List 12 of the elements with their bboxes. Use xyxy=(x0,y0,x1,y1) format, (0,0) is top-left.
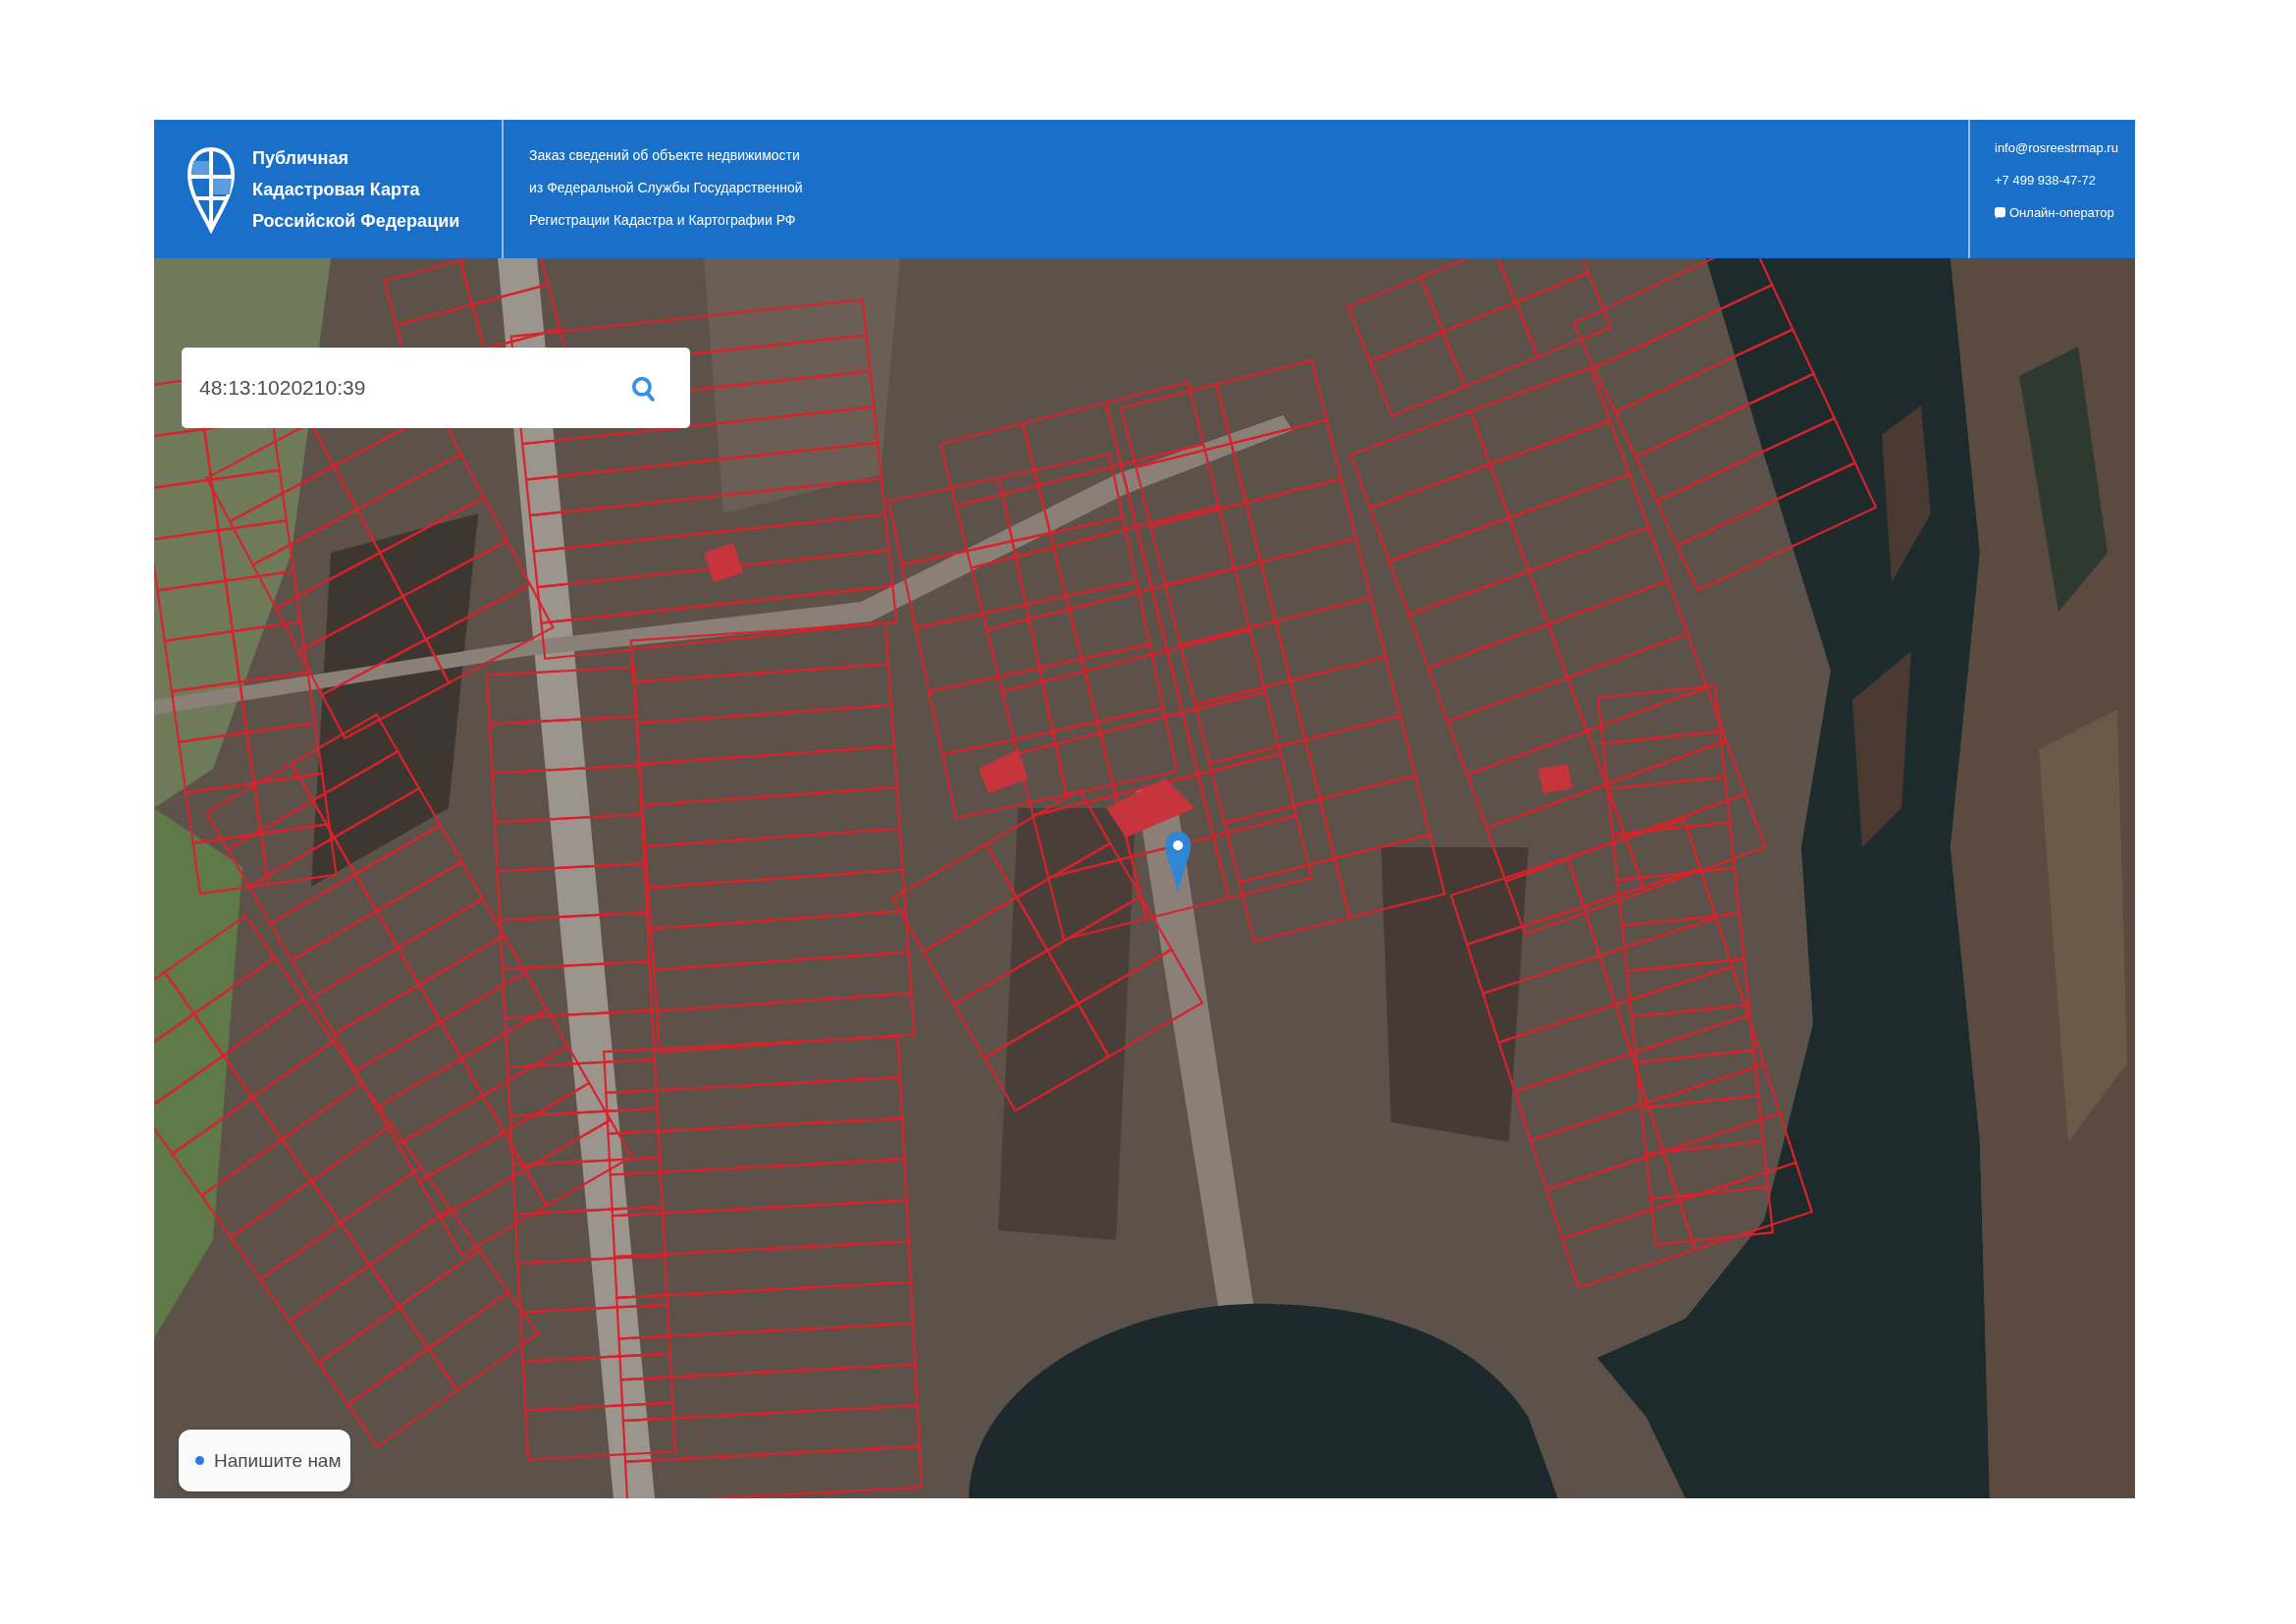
phone-link[interactable]: +7 499 938-47-72 xyxy=(1995,170,2096,190)
site-title: Публичная Кадастровая Карта Российской Федерации xyxy=(252,146,460,233)
map-pin-icon xyxy=(1164,831,1192,893)
online-operator-link[interactable]: Онлайн-оператор xyxy=(1995,202,2114,223)
logo-icon xyxy=(186,144,237,234)
search-icon xyxy=(631,376,655,402)
dot-icon xyxy=(195,1456,204,1465)
service-description: Заказ сведений об объекте недвижимости из Федеральной Службы Государственной Регистрации Кадастра и Картографии РФ xyxy=(528,146,803,230)
search-field[interactable]: 48:13:1020210:39 xyxy=(182,348,690,428)
write-to-us-button[interactable]: Напишите нам xyxy=(179,1430,350,1491)
email-link[interactable]: info@rosreestrmap.ru xyxy=(1995,137,2118,158)
chat-bubble-icon xyxy=(1995,206,2005,219)
